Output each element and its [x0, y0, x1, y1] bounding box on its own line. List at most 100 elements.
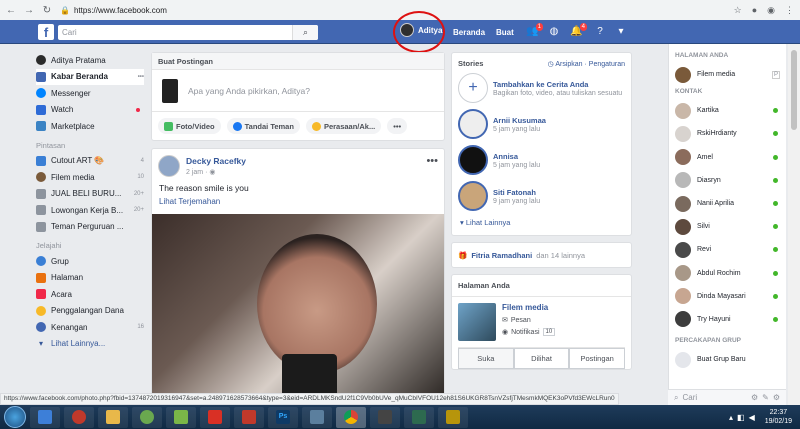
- sidebar-item-messenger[interactable]: Messenger: [36, 85, 144, 102]
- page-scrollbar[interactable]: [788, 44, 800, 405]
- start-button[interactable]: [4, 406, 26, 428]
- chat-search-input[interactable]: ⌕ Cari ⚙ ✎ ⚙: [668, 389, 786, 405]
- gear-icon[interactable]: ⚙: [751, 393, 758, 402]
- shortcut-item[interactable]: Filem media 10: [36, 169, 144, 186]
- system-clock[interactable]: 22:37 19/02/19: [765, 408, 796, 426]
- facebook-logo-icon[interactable]: f: [38, 24, 54, 40]
- contact-item[interactable]: Kartika: [669, 99, 786, 122]
- sidebar-item-news-feed[interactable]: Kabar Beranda •••: [36, 68, 144, 85]
- notifications-icon[interactable]: 🔔 4: [570, 23, 587, 38]
- help-icon[interactable]: ?: [594, 26, 606, 38]
- friend-requests-icon[interactable]: 👥 1: [526, 23, 543, 38]
- more-options-icon[interactable]: •••: [138, 74, 144, 80]
- messenger-icon[interactable]: ◍: [548, 26, 560, 38]
- tab-likes[interactable]: Suka: [458, 348, 514, 369]
- explore-item-events[interactable]: Acara: [36, 286, 144, 303]
- taskbar-app[interactable]: [64, 406, 94, 428]
- tab-views[interactable]: Dilihat: [513, 348, 570, 369]
- reload-icon[interactable]: ↻: [42, 5, 52, 16]
- contact-item[interactable]: Try Hayuni: [669, 308, 786, 331]
- post-photo[interactable]: [152, 214, 444, 400]
- taskbar-app[interactable]: [132, 406, 162, 428]
- address-bar[interactable]: 🔒 https://www.facebook.com: [60, 6, 167, 15]
- see-more-link[interactable]: ▾ Lihat Lainnya...: [36, 336, 144, 353]
- forward-icon[interactable]: →: [24, 5, 34, 16]
- archive-link[interactable]: Arsipkan: [555, 61, 582, 68]
- post-options-icon[interactable]: •••: [426, 155, 438, 167]
- contact-item[interactable]: Silvi: [669, 215, 786, 238]
- see-translation-link[interactable]: Lihat Terjemahan: [152, 193, 444, 214]
- add-story-subtitle: Bagikan foto, video, atau tuliskan sesua…: [493, 89, 623, 97]
- search-input[interactable]: Cari: [58, 25, 318, 40]
- group-icon: [36, 188, 46, 199]
- contact-item[interactable]: Revi: [669, 238, 786, 261]
- taskbar-app[interactable]: [98, 406, 128, 428]
- taskbar-app-chrome[interactable]: [336, 406, 366, 428]
- page-thumbnail[interactable]: [458, 303, 496, 341]
- taskbar-app[interactable]: [438, 406, 468, 428]
- volume-icon[interactable]: ◀: [749, 413, 755, 422]
- more-options-button[interactable]: •••: [387, 118, 408, 134]
- photo-video-button[interactable]: Foto/Video: [158, 118, 221, 134]
- create-link[interactable]: Buat: [496, 28, 514, 37]
- story-item[interactable]: Arnii Kusumaa 5 jam yang lalu: [452, 106, 631, 142]
- shortcut-item[interactable]: Lowongan Kerja B... 20+: [36, 202, 144, 219]
- extension-icon[interactable]: ●: [752, 5, 757, 15]
- page-messages[interactable]: ✉ Pesan: [502, 316, 555, 325]
- shortcut-item[interactable]: Teman Perguruan ...: [36, 219, 144, 236]
- sidebar-item-marketplace[interactable]: Marketplace: [36, 118, 144, 135]
- explore-item-memories[interactable]: Kenangan 16: [36, 319, 144, 336]
- contact-item[interactable]: Abdul Rochim: [669, 262, 786, 285]
- story-item[interactable]: Siti Fatonah 9 jam yang lalu: [452, 178, 631, 214]
- taskbar-app[interactable]: [370, 406, 400, 428]
- bookmark-star-icon[interactable]: ☆: [734, 5, 742, 16]
- sidebar-profile[interactable]: Aditya Pratama: [36, 52, 144, 69]
- taskbar-app[interactable]: [166, 406, 196, 428]
- avatar[interactable]: [158, 155, 180, 177]
- tray-icon[interactable]: ▴: [729, 413, 733, 422]
- contact-item[interactable]: Dinda Mayasari: [669, 285, 786, 308]
- profile-icon[interactable]: ◉: [767, 5, 775, 16]
- chevron-down-icon[interactable]: ▾: [615, 26, 627, 38]
- explore-item-groups[interactable]: Grup: [36, 253, 144, 270]
- back-icon[interactable]: ←: [6, 5, 16, 16]
- explore-item-fundraisers[interactable]: Penggalangan Dana: [36, 303, 144, 320]
- composer-input[interactable]: Apa yang Anda pikirkan, Aditya?: [152, 70, 444, 112]
- taskbar-app[interactable]: [302, 406, 332, 428]
- taskbar-app[interactable]: [200, 406, 230, 428]
- network-icon[interactable]: ◧: [737, 413, 745, 422]
- new-group-button[interactable]: Buat Grup Baru: [669, 348, 786, 371]
- shortcut-item[interactable]: Cutout ART 🎨 4: [36, 153, 144, 170]
- taskbar-app[interactable]: Ps: [268, 406, 298, 428]
- taskbar-app[interactable]: [30, 406, 60, 428]
- profile-link[interactable]: Aditya: [400, 23, 442, 37]
- taskbar-app[interactable]: [234, 406, 264, 428]
- new-message-icon[interactable]: ✎: [762, 393, 769, 402]
- search-button[interactable]: ⌕: [292, 25, 318, 40]
- story-item[interactable]: Annisa 5 jam yang lalu: [452, 142, 631, 178]
- home-link[interactable]: Beranda: [453, 28, 485, 37]
- page-shortcut[interactable]: Filem media P: [669, 63, 786, 86]
- page-name[interactable]: Filem media: [502, 303, 555, 312]
- settings-link[interactable]: Pengaturan: [589, 61, 625, 68]
- contact-item[interactable]: Amel: [669, 146, 786, 169]
- tag-friends-button[interactable]: Tandai Teman: [226, 118, 300, 134]
- post-author[interactable]: Decky Racefky: [186, 156, 246, 166]
- contact-item[interactable]: RskiHrdianty: [669, 122, 786, 145]
- contact-item[interactable]: Nanii Aprilia: [669, 192, 786, 215]
- add-story[interactable]: + Tambahkan ke Cerita Anda Bagikan foto,…: [452, 70, 631, 106]
- page-notifications[interactable]: ◉ Notifikasi 10: [502, 328, 556, 336]
- feeling-activity-button[interactable]: Perasaan/Ak...: [305, 118, 382, 134]
- stories-see-more[interactable]: ▾ Lihat Lainnya: [452, 214, 631, 235]
- sidebar-item-watch[interactable]: Watch: [36, 102, 144, 119]
- post-timestamp[interactable]: 2 jam · ◉: [186, 168, 246, 176]
- contact-item[interactable]: Diasryn: [669, 169, 786, 192]
- birthday-card[interactable]: 🎁 Fitria Ramadhani dan 14 lainnya: [451, 242, 632, 268]
- menu-icon[interactable]: ⋮: [785, 5, 794, 16]
- tab-posts[interactable]: Postingan: [569, 348, 626, 369]
- scrollbar-thumb[interactable]: [791, 50, 797, 130]
- options-icon[interactable]: ⚙: [773, 393, 780, 402]
- taskbar-app[interactable]: [404, 406, 434, 428]
- shortcut-item[interactable]: JUAL BELI BURU... 20+: [36, 186, 144, 203]
- explore-item-pages[interactable]: Halaman: [36, 270, 144, 287]
